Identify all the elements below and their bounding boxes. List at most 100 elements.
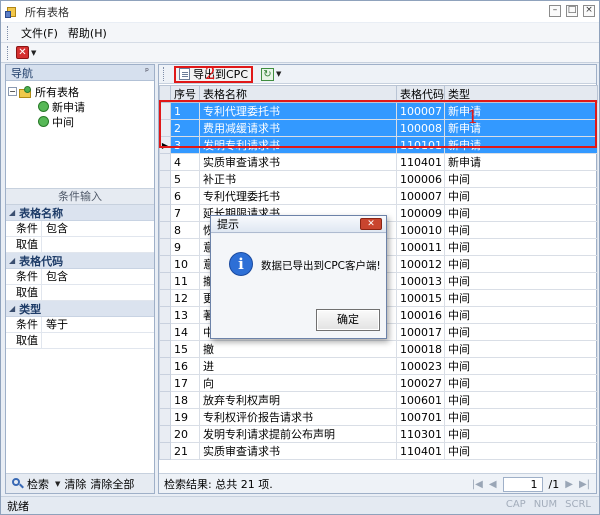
row-indicator[interactable] bbox=[160, 120, 171, 137]
table-cell: 中间 bbox=[445, 171, 598, 188]
table-row[interactable]: ▶3发明专利请求书110101新申请 bbox=[160, 137, 598, 154]
row-indicator[interactable] bbox=[160, 171, 171, 188]
cond-value-input[interactable] bbox=[42, 237, 154, 252]
cond-value[interactable]: 包含 bbox=[42, 269, 154, 284]
table-row[interactable]: 15撤100018中间 bbox=[160, 341, 598, 358]
cond-group-title: 表格代码 bbox=[19, 253, 63, 269]
cond-group-name[interactable]: ◢表格名称 bbox=[6, 205, 154, 221]
clear-button[interactable]: 清除 bbox=[64, 476, 86, 492]
next-page-icon[interactable]: ▶ bbox=[565, 479, 573, 490]
clear-all-button[interactable]: 清除全部 bbox=[90, 476, 134, 492]
pin-icon[interactable]: ᵖ bbox=[145, 67, 149, 77]
cond-row[interactable]: 条件包含 bbox=[6, 221, 154, 237]
menu-grip[interactable] bbox=[7, 26, 10, 40]
row-indicator[interactable] bbox=[160, 392, 171, 409]
row-indicator[interactable] bbox=[160, 290, 171, 307]
row-indicator[interactable] bbox=[160, 443, 171, 460]
table-row[interactable]: 18放弃专利权声明100601中间 bbox=[160, 392, 598, 409]
row-indicator[interactable] bbox=[160, 154, 171, 171]
column-header[interactable]: 表格代码 bbox=[397, 86, 445, 103]
refresh-button[interactable]: ↻ ▼ bbox=[261, 68, 281, 81]
cond-value[interactable]: 等于 bbox=[42, 317, 154, 332]
prev-page-icon[interactable]: ◀ bbox=[489, 479, 497, 490]
cond-row[interactable]: 取值 bbox=[6, 333, 154, 349]
table-row[interactable]: 5补正书100006中间 bbox=[160, 171, 598, 188]
table-cell: 17 bbox=[171, 375, 200, 392]
chevron-down-icon[interactable]: ▼ bbox=[276, 70, 281, 78]
cond-group-code[interactable]: ◢ 表格代码 bbox=[6, 253, 154, 269]
table-cell: 专利代理委托书 bbox=[200, 103, 397, 120]
cond-value-input[interactable] bbox=[42, 333, 154, 348]
result-bar: 检索结果: 总共 21 项. |◀ ◀ /1 ▶ ▶| bbox=[159, 473, 596, 493]
row-indicator[interactable] bbox=[160, 426, 171, 443]
row-indicator[interactable] bbox=[160, 239, 171, 256]
table-row[interactable]: 4实质审查请求书110401新申请 bbox=[160, 154, 598, 171]
maximize-button[interactable]: □ bbox=[566, 5, 578, 17]
first-page-icon[interactable]: |◀ bbox=[472, 479, 483, 490]
table-row[interactable]: 1专利代理委托书100007新申请 bbox=[160, 103, 598, 120]
minimize-button[interactable]: – bbox=[549, 5, 561, 17]
collapse-triangle-icon[interactable]: ◢ bbox=[9, 304, 15, 313]
menu-file[interactable]: 文件(F) bbox=[16, 25, 63, 41]
cond-row[interactable]: 条件等于 bbox=[6, 317, 154, 333]
page-number-input[interactable] bbox=[503, 477, 543, 492]
cond-key: 取值 bbox=[6, 237, 42, 252]
left-panel: 导航 ᵖ − 所有表格 新申请 中间 条件输入 ◢表格名称 条件包含 取值 ◢表… bbox=[5, 64, 155, 494]
table-cell: 11 bbox=[171, 273, 200, 290]
row-indicator[interactable] bbox=[160, 273, 171, 290]
table-row[interactable]: 17向100027中间 bbox=[160, 375, 598, 392]
table-cell: 1 bbox=[171, 103, 200, 120]
row-indicator[interactable] bbox=[160, 188, 171, 205]
last-page-icon[interactable]: ▶| bbox=[579, 479, 590, 490]
row-indicator[interactable] bbox=[160, 324, 171, 341]
table-cell: 110301 bbox=[397, 426, 445, 443]
row-indicator[interactable] bbox=[160, 256, 171, 273]
row-indicator[interactable] bbox=[160, 409, 171, 426]
table-cell: 100018 bbox=[397, 341, 445, 358]
cond-row[interactable]: 取值 bbox=[6, 237, 154, 253]
ok-button[interactable]: 确定 bbox=[316, 309, 380, 331]
row-indicator[interactable] bbox=[160, 341, 171, 358]
table-row[interactable]: 21实质审查请求书110401中间 bbox=[160, 443, 598, 460]
row-indicator[interactable] bbox=[160, 103, 171, 120]
search-button[interactable]: 检索 bbox=[27, 476, 49, 492]
column-header[interactable]: 表格名称 bbox=[200, 86, 397, 103]
dialog-close-button[interactable]: ✕ bbox=[360, 218, 382, 230]
current-row-indicator[interactable]: ▶ bbox=[160, 137, 171, 154]
table-row[interactable]: 16进100023中间 bbox=[160, 358, 598, 375]
tree-item-new[interactable]: 新申请 bbox=[8, 99, 154, 114]
row-indicator[interactable] bbox=[160, 222, 171, 239]
collapse-icon[interactable]: − bbox=[8, 87, 17, 96]
column-header[interactable]: 类型 bbox=[445, 86, 598, 103]
toolbar-grip[interactable] bbox=[7, 46, 10, 60]
row-indicator[interactable] bbox=[160, 375, 171, 392]
delete-button[interactable]: ✕ ▼ bbox=[16, 46, 36, 59]
cond-value-input[interactable] bbox=[42, 285, 154, 300]
table-cell: 100010 bbox=[397, 222, 445, 239]
cond-value[interactable]: 包含 bbox=[42, 221, 154, 236]
table-row[interactable]: 2费用减缓请求书100008新申请 bbox=[160, 120, 598, 137]
chevron-down-icon[interactable]: ▼ bbox=[31, 49, 36, 57]
annotation-callout-1: 1 bbox=[467, 107, 478, 128]
cond-row[interactable]: 取值 bbox=[6, 285, 154, 301]
chevron-down-icon[interactable]: ▼ bbox=[55, 480, 60, 488]
cond-row[interactable]: 条件包含 bbox=[6, 269, 154, 285]
row-indicator[interactable] bbox=[160, 307, 171, 324]
row-indicator[interactable] bbox=[160, 358, 171, 375]
collapse-triangle-icon[interactable]: ◢ bbox=[9, 256, 15, 265]
close-button[interactable]: × bbox=[583, 5, 595, 17]
toolbar-grip[interactable] bbox=[163, 67, 166, 81]
table-cell: 中间 bbox=[445, 307, 598, 324]
menu-help[interactable]: 帮助(H) bbox=[63, 25, 112, 41]
table-row[interactable]: 6专利代理委托书100007中间 bbox=[160, 188, 598, 205]
row-indicator[interactable] bbox=[160, 205, 171, 222]
collapse-triangle-icon[interactable]: ◢ bbox=[9, 208, 15, 217]
column-header[interactable]: 序号 bbox=[171, 86, 200, 103]
table-row[interactable]: 19专利权评价报告请求书100701中间 bbox=[160, 409, 598, 426]
table-cell: 100013 bbox=[397, 273, 445, 290]
tree-root[interactable]: − 所有表格 bbox=[8, 84, 154, 99]
tree-item-middle[interactable]: 中间 bbox=[8, 114, 154, 129]
table-row[interactable]: 20发明专利请求提前公布声明110301中间 bbox=[160, 426, 598, 443]
cond-group-type[interactable]: ◢类型 bbox=[6, 301, 154, 317]
table-cell: 6 bbox=[171, 188, 200, 205]
